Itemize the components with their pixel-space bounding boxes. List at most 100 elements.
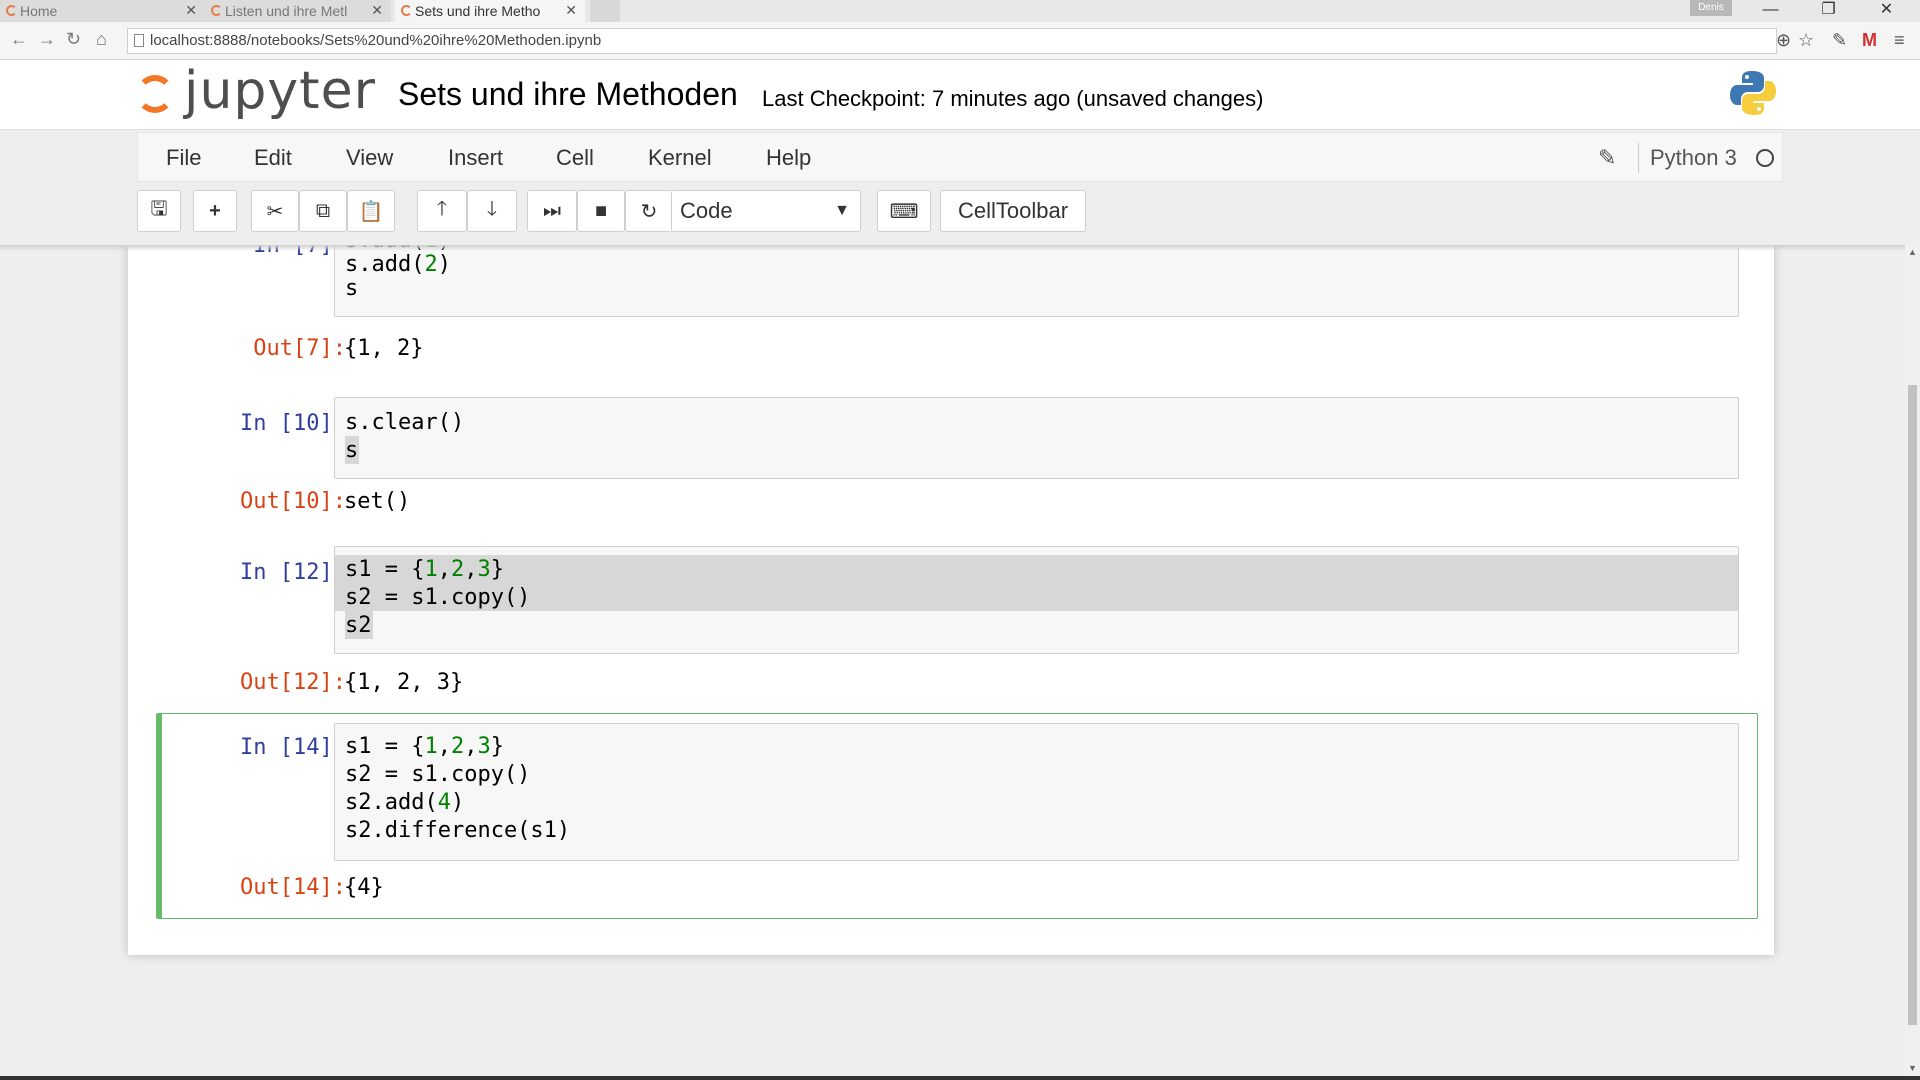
restart-kernel-button[interactable]: ↻	[625, 190, 673, 232]
tab-title: Home	[20, 3, 58, 19]
close-tab-icon[interactable]: ✕	[371, 2, 383, 19]
restore-icon[interactable]: ❐	[1806, 0, 1851, 22]
menu-help[interactable]: Help	[766, 145, 811, 171]
jupyter-favicon-icon	[401, 5, 412, 16]
menu-edit[interactable]: Edit	[254, 145, 292, 171]
notebook-title[interactable]: Sets und ihre Methoden	[398, 76, 738, 113]
paste-icon: 📋	[358, 200, 384, 223]
input-prompt: In [14]:	[240, 735, 346, 760]
code-input[interactable]: s1 = {1,2,3} s2 = s1.copy() s2	[334, 546, 1739, 654]
gmail-extension-icon[interactable]: M	[1862, 30, 1877, 51]
jupyter-favicon-icon	[211, 5, 222, 16]
new-tab-button[interactable]	[590, 0, 620, 22]
chevron-down-icon: ▼	[834, 202, 850, 219]
code-line: s2.add(4)	[345, 790, 465, 815]
run-cell-button[interactable]: ⏭	[527, 190, 577, 232]
kernel-name[interactable]: Python 3	[1650, 145, 1737, 171]
url-text: localhost:8888/notebooks/Sets%20und%20ih…	[150, 32, 602, 49]
output-prompt: Out[14]:	[240, 875, 346, 900]
scroll-down-icon[interactable]: ▼	[1908, 1063, 1917, 1073]
code-line: s.add(2)	[345, 252, 451, 277]
arrow-up-icon: 🡑	[436, 198, 448, 220]
save-button[interactable]: 🖫	[137, 190, 181, 232]
code-cell[interactable]: In [12]: s1 = {1,2,3} s2 = s1.copy() s2 …	[156, 540, 1748, 700]
forward-arrow-icon[interactable]: →	[38, 29, 56, 50]
logo-text: jupyter	[184, 61, 376, 121]
refresh-icon: ↻	[640, 200, 658, 223]
keyboard-icon: ⌨	[889, 200, 919, 223]
close-tab-icon[interactable]: ✕	[185, 2, 197, 19]
scissors-icon: ✂	[266, 200, 284, 223]
code-line: s	[345, 276, 359, 301]
cell-type-select[interactable]: Code ▼	[671, 190, 861, 232]
insert-cell-button[interactable]: +	[193, 190, 237, 232]
code-line: s	[345, 438, 359, 463]
output-prompt: Out[12]:	[240, 670, 346, 695]
jupyter-favicon-icon	[6, 5, 17, 16]
minimize-icon[interactable]: —	[1748, 0, 1793, 22]
code-line: s2 = s1.copy()	[345, 585, 531, 610]
kernel-idle-indicator-icon	[1756, 149, 1774, 167]
code-input[interactable]: s1 = {1,2,3} s2 = s1.copy() s2.add(4) s2…	[334, 723, 1739, 861]
jupyter-header: jupyter Sets und ihre Methoden Last Chec…	[0, 60, 1920, 130]
code-line: s1 = {1,2,3}	[345, 557, 504, 582]
plus-icon: +	[209, 199, 221, 222]
cell-type-value: Code	[680, 198, 733, 223]
checkpoint-status: Last Checkpoint: 7 minutes ago (unsaved …	[762, 86, 1264, 111]
selection-highlight	[335, 555, 1738, 611]
code-line: s2	[345, 613, 372, 638]
browser-user-chip[interactable]: Denis	[1690, 0, 1732, 16]
interrupt-button[interactable]: ■	[577, 190, 625, 232]
reload-icon[interactable]: ↻	[66, 29, 81, 50]
paste-button[interactable]: 📋	[347, 190, 395, 232]
extension-icon[interactable]: ✎	[1832, 30, 1847, 51]
menubar: File Edit View Insert Cell Kernel Help ✎…	[137, 132, 1783, 182]
code-line: s.clear()	[345, 410, 465, 435]
vertical-scrollbar[interactable]: ▲ ▼	[1905, 245, 1920, 1080]
home-icon[interactable]: ⌂	[96, 29, 107, 50]
menu-insert[interactable]: Insert	[448, 145, 503, 171]
edit-mode-pencil-icon: ✎	[1598, 145, 1617, 170]
stop-icon: ■	[594, 199, 608, 222]
cut-button[interactable]: ✂	[251, 190, 299, 232]
menu-view[interactable]: View	[346, 145, 393, 171]
page-icon	[134, 34, 144, 47]
cell-output: {4}	[344, 875, 384, 900]
close-window-icon[interactable]: ✕	[1864, 0, 1909, 22]
bookmark-star-icon[interactable]: ☆	[1798, 30, 1814, 51]
tab-title: Sets und ihre Metho	[415, 3, 541, 19]
output-prompt: Out[7]:	[253, 336, 346, 361]
input-prompt: In [12]:	[240, 560, 346, 585]
menu-kernel[interactable]: Kernel	[648, 145, 712, 171]
back-arrow-icon[interactable]: ←	[10, 29, 28, 50]
url-input[interactable]: localhost:8888/notebooks/Sets%20und%20ih…	[127, 28, 1777, 54]
copy-button[interactable]: ⧉	[299, 190, 347, 232]
code-cell[interactable]: In [10]: s.clear() s Out[10]: set()	[156, 385, 1748, 515]
code-cell-selected[interactable]: In [14]: s1 = {1,2,3} s2 = s1.copy() s2.…	[156, 713, 1748, 919]
move-down-button[interactable]: 🡓	[467, 190, 517, 232]
jupyter-logo[interactable]: jupyter	[136, 61, 376, 124]
browser-tab-sets[interactable]: Sets und ihre Metho ✕	[395, 0, 585, 22]
command-palette-button[interactable]: ⌨	[877, 190, 931, 232]
tab-title: Listen und ihre Metl	[225, 3, 348, 19]
menu-cell[interactable]: Cell	[556, 145, 594, 171]
celltoolbar-button[interactable]: CellToolbar	[940, 190, 1086, 232]
copy-icon: ⧉	[315, 199, 331, 222]
menu-file[interactable]: File	[166, 145, 201, 171]
code-input[interactable]: s.add(1) s.add(2) s	[334, 245, 1739, 317]
browser-tab-home[interactable]: Home ✕	[0, 0, 205, 22]
scroll-up-icon[interactable]: ▲	[1908, 247, 1917, 257]
jupyter-logo-icon	[136, 75, 174, 113]
zoom-icon[interactable]: ⊕	[1776, 30, 1791, 51]
browser-menu-icon[interactable]: ≡	[1894, 30, 1905, 51]
close-tab-icon[interactable]: ✕	[565, 2, 577, 19]
browser-tab-listen[interactable]: Listen und ihre Metl ✕	[205, 0, 391, 22]
output-prompt: Out[10]:	[240, 489, 346, 514]
notebook-container[interactable]: In [7]: s.add(1) s.add(2) s Out[7]: {1, …	[0, 245, 1905, 1080]
divider	[1638, 143, 1639, 173]
move-up-button[interactable]: 🡑	[417, 190, 467, 232]
code-cell[interactable]: In [7]: s.add(1) s.add(2) s Out[7]: {1, …	[156, 245, 1748, 361]
scrollbar-thumb[interactable]	[1908, 385, 1917, 1025]
code-input[interactable]: s.clear() s	[334, 397, 1739, 479]
input-prompt: In [10]:	[240, 411, 346, 436]
